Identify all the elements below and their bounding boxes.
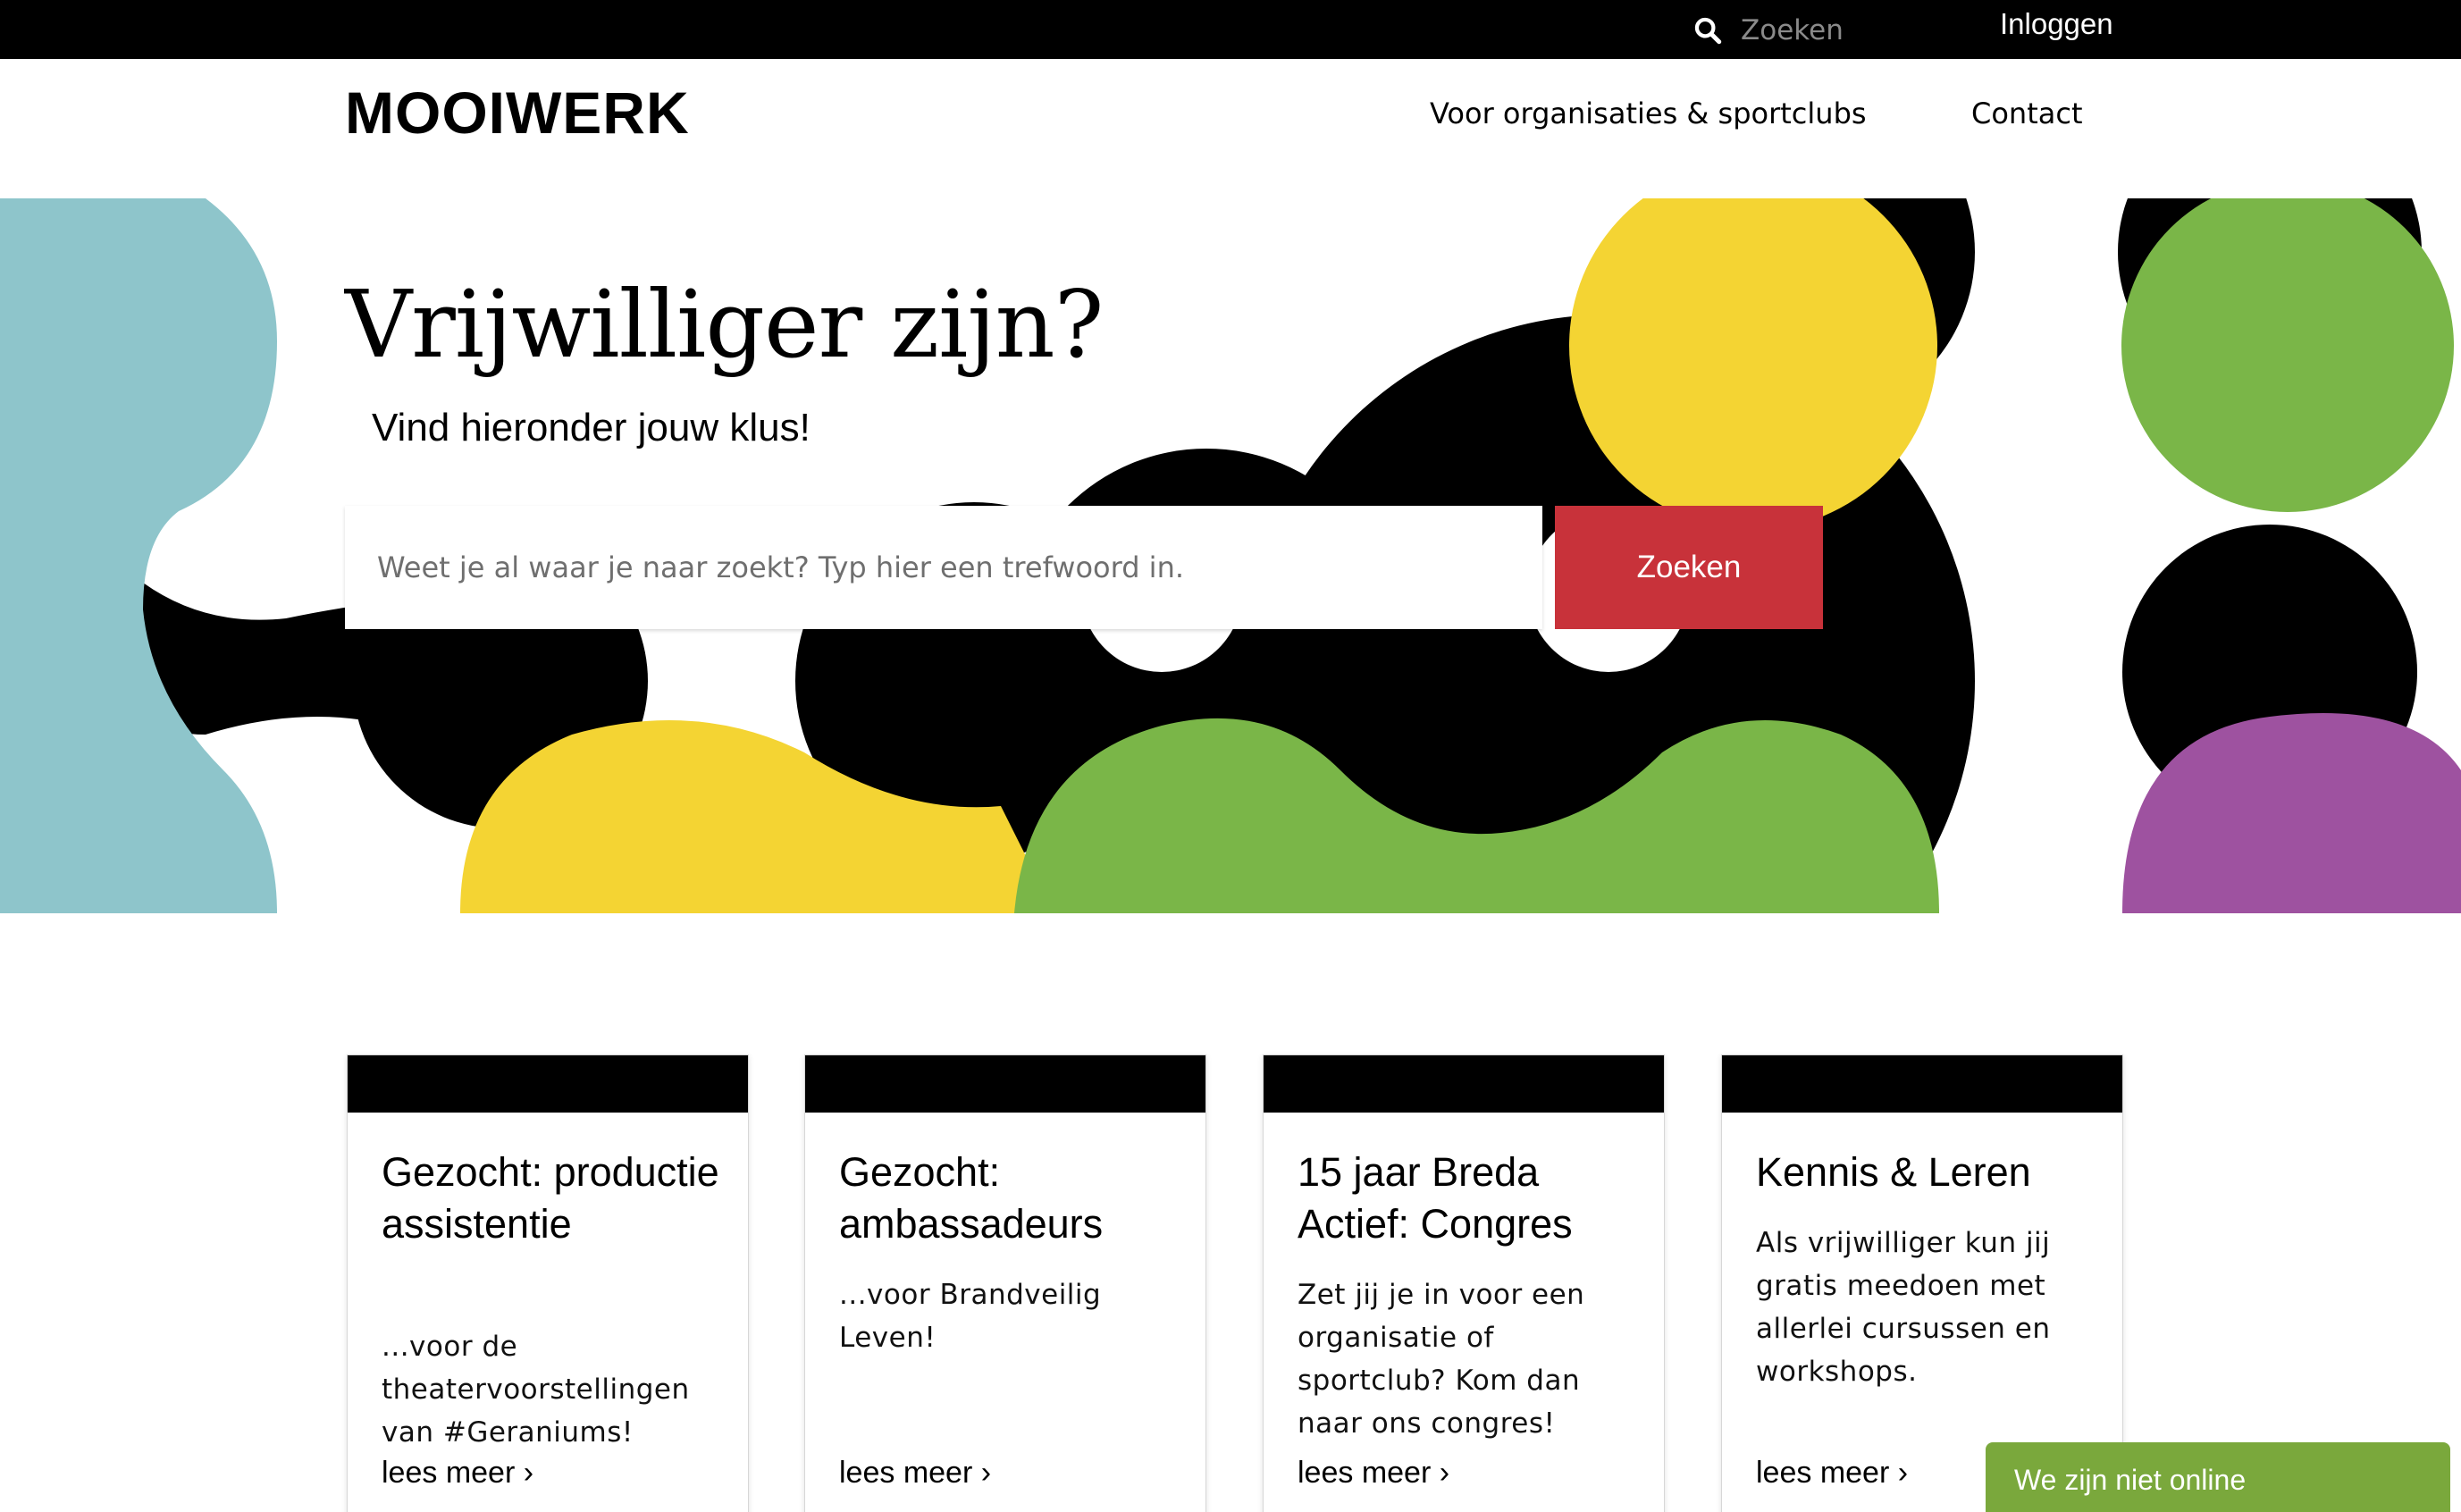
card-text: Zet jij je in voor een organisatie of sp…	[1298, 1279, 1585, 1440]
card-title: Gezocht: productie assistentie	[382, 1149, 719, 1247]
top-search	[1692, 13, 2009, 48]
card-header-bar	[805, 1055, 1205, 1113]
mooiwerk-logo[interactable]: MOOIWERK	[345, 80, 720, 145]
chat-widget[interactable]: We zijn niet online	[1986, 1442, 2450, 1512]
hero-search-button[interactable]: Zoeken	[1555, 506, 1823, 629]
card-congress[interactable]: 15 jaar Breda Actief: Congres Zet jij je…	[1263, 1054, 1665, 1512]
card-title: Gezocht: ambassadeurs	[839, 1149, 1104, 1247]
card-read-more-link[interactable]: lees meer ›	[1298, 1456, 1449, 1491]
nav-organisations[interactable]: Voor organisaties & sportclubs	[1430, 97, 1867, 130]
hero-title: Vrijwilliger zijn?	[345, 270, 1104, 379]
card-header-bar	[348, 1055, 748, 1113]
hero-subtitle: Vind hieronder jouw klus!	[372, 406, 811, 449]
card-read-more-link[interactable]: lees meer ›	[1756, 1456, 1908, 1491]
card-production-assistance[interactable]: Gezocht: productie assistentie ...voor d…	[347, 1054, 749, 1512]
card-text: Als vrijwilliger kun jij gratis meedoen …	[1756, 1227, 2051, 1388]
card-header-bar	[1722, 1055, 2122, 1113]
card-read-more-link[interactable]: lees meer ›	[839, 1456, 991, 1491]
top-utility-bar: Inloggen	[0, 0, 2461, 59]
login-link[interactable]: Inloggen	[2000, 7, 2113, 41]
logo-wordmark: MOOIWERK	[345, 80, 690, 146]
top-search-input[interactable]	[1741, 13, 2009, 48]
card-title: Kennis & Leren	[1756, 1149, 2031, 1195]
nav-contact[interactable]: Contact	[1971, 97, 2083, 130]
hero-banner: Vrijwilliger zijn? Vind hieronder jouw k…	[0, 198, 2461, 913]
card-read-more-link[interactable]: lees meer ›	[382, 1456, 533, 1491]
card-text: ...voor Brandveilig Leven!	[839, 1279, 1102, 1354]
card-text: ...voor de theatervoorstellingen van #Ge…	[382, 1331, 690, 1449]
card-ambassadors[interactable]: Gezocht: ambassadeurs ...voor Brandveili…	[804, 1054, 1206, 1512]
search-icon[interactable]	[1692, 15, 1723, 46]
card-header-bar	[1264, 1055, 1664, 1113]
hero-search-input[interactable]	[345, 506, 1542, 629]
chat-status-label: We zijn niet online	[2014, 1464, 2247, 1496]
card-title: 15 jaar Breda Actief: Congres	[1298, 1149, 1573, 1247]
